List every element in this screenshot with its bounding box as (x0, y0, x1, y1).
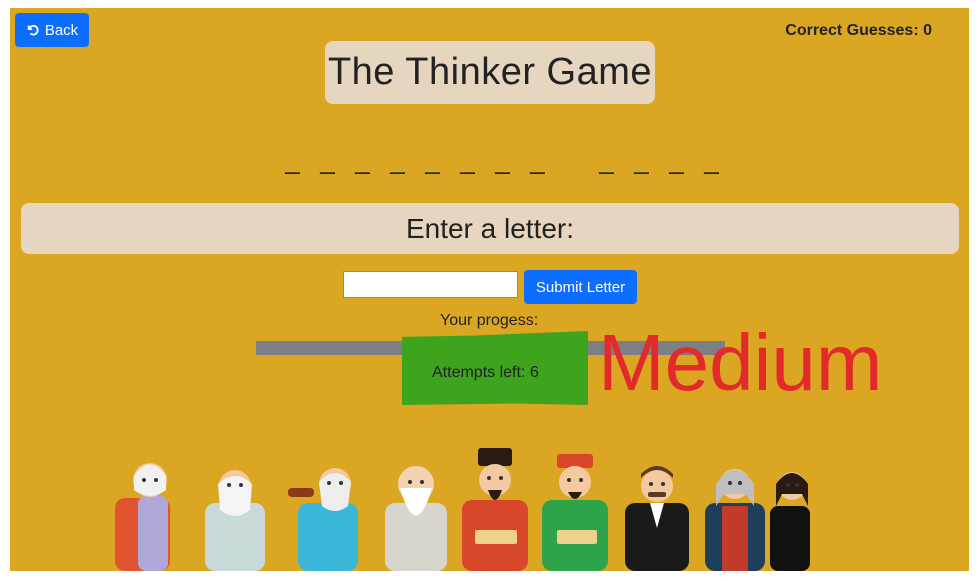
undo-icon (27, 25, 39, 36)
philosopher-figure (115, 463, 170, 571)
back-button[interactable]: Back (15, 13, 89, 47)
letter-blank: _ (599, 145, 614, 175)
letter-blank: _ (390, 145, 405, 175)
back-label: Back (44, 21, 79, 39)
correct-guesses: Correct Guesses: 0 (785, 22, 932, 39)
submit-letter-button[interactable]: Submit Letter (524, 270, 637, 304)
difficulty-label: Medium (598, 318, 883, 407)
philosopher-figure (542, 454, 608, 571)
philosopher-figure (625, 466, 689, 571)
progress-label: Your progess: (440, 312, 539, 329)
letter-blank: _ (460, 145, 475, 175)
philosopher-figure (385, 466, 447, 571)
philosopher-figure (770, 472, 810, 571)
letter-blank: _ (285, 145, 300, 175)
thinkers-illustration (115, 448, 810, 571)
letter-input[interactable] (343, 271, 518, 298)
letter-blank: _ (425, 145, 440, 175)
letter-blank: _ (634, 145, 649, 175)
philosopher-figure (205, 470, 265, 571)
page-title: The Thinker Game (325, 41, 655, 104)
game-frame: Back Correct Guesses: 0 The Thinker Game… (10, 8, 969, 571)
philosopher-figure (462, 448, 528, 571)
letter-blank: _ (495, 145, 510, 175)
philosopher-figure (705, 469, 765, 571)
letter-blank: _ (320, 145, 335, 175)
letter-blank: _ (704, 145, 719, 175)
letter-blank: _ (355, 145, 370, 175)
letter-blank: _ (530, 145, 545, 175)
prompt-banner: Enter a letter: (21, 203, 959, 254)
attempts-left: Attempts left: 6 (432, 364, 539, 381)
title-text: The Thinker Game (327, 51, 653, 93)
word-space (555, 145, 589, 176)
submit-label: Submit Letter (535, 278, 626, 296)
philosopher-figure (288, 468, 358, 571)
prompt-text: Enter a letter: (405, 212, 575, 244)
word-blanks: _ _ _ _ _ _ _ _ _ _ _ _ (275, 145, 729, 176)
letter-blank: _ (669, 145, 684, 175)
